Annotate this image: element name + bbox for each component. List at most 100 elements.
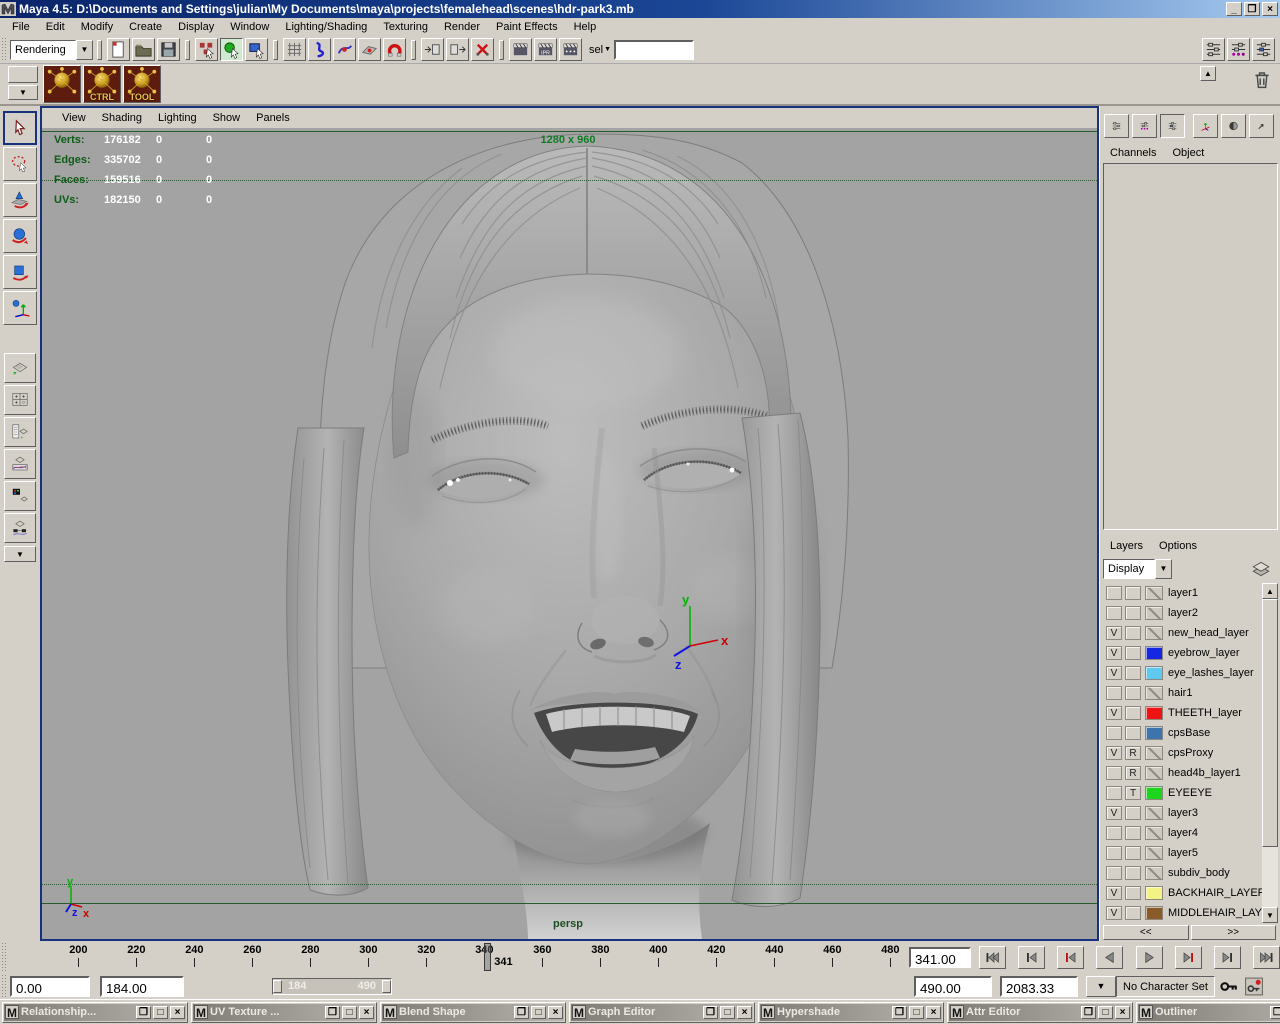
layer-row-layer5[interactable]: layer5 [1103, 843, 1278, 863]
layer-row-cpsBase[interactable]: cpsBase [1103, 723, 1278, 743]
layer-name[interactable]: layer1 [1168, 587, 1198, 599]
step-back-key-button[interactable] [1057, 946, 1084, 969]
layer-row-layer2[interactable]: layer2 [1103, 603, 1278, 623]
layer-move-up-button[interactable]: << [1103, 925, 1189, 940]
layer-name[interactable]: layer4 [1168, 827, 1198, 839]
new-scene-icon[interactable] [107, 38, 130, 61]
outputs-icon[interactable] [446, 38, 469, 61]
move-tool[interactable] [3, 183, 37, 217]
restore-button[interactable]: ❐ [1081, 1006, 1096, 1019]
layer-name[interactable]: EYEEYE [1168, 787, 1212, 799]
layers-menu-layers[interactable]: Layers [1102, 538, 1151, 554]
animation-start-field[interactable] [10, 976, 90, 997]
shelf-tab-selector[interactable]: ▼ [8, 66, 38, 102]
chevron-down-icon[interactable]: ▼ [8, 85, 38, 100]
layer-row-cpsProxy[interactable]: VRcpsProxy [1103, 743, 1278, 763]
menu-edit[interactable]: Edit [38, 19, 73, 35]
step-back-frame-button[interactable] [1018, 946, 1045, 969]
channelbox-layout-3-icon[interactable] [1160, 114, 1185, 138]
layer-row-layer4[interactable]: layer4 [1103, 823, 1278, 843]
layer-move-down-button[interactable]: >> [1191, 925, 1277, 940]
layer-row-new_head_layer[interactable]: Vnew_head_layer [1103, 623, 1278, 643]
layer-display-type-toggle[interactable] [1125, 886, 1141, 900]
rotate-tool[interactable] [3, 219, 37, 253]
animation-end-field[interactable] [1000, 976, 1078, 997]
layer-name[interactable]: eyebrow_layer [1168, 647, 1240, 659]
layer-visibility-toggle[interactable] [1106, 826, 1122, 840]
close-button[interactable]: × [548, 1006, 563, 1019]
menu-modify[interactable]: Modify [73, 19, 121, 35]
layer-mode-dropdown[interactable]: Display ▼ [1103, 559, 1172, 579]
quick-select-input[interactable] [614, 40, 694, 60]
layer-row-layer3[interactable]: Vlayer3 [1103, 803, 1278, 823]
inputs-icon[interactable] [421, 38, 444, 61]
layout-persp-outliner-button[interactable] [4, 417, 36, 447]
layer-visibility-toggle[interactable] [1106, 846, 1122, 860]
scroll-up-icon[interactable]: ▲ [1262, 583, 1278, 599]
layout-single-persp-button[interactable] [4, 353, 36, 383]
layer-visibility-toggle[interactable] [1106, 766, 1122, 780]
layer-color-swatch[interactable] [1145, 826, 1163, 840]
select-component-icon[interactable] [245, 38, 268, 61]
maximize-button[interactable]: □ [720, 1006, 735, 1019]
layout-persp-graph-button[interactable] [4, 449, 36, 479]
close-button[interactable]: × [170, 1006, 185, 1019]
layer-row-MIDDLEHAIR_LAY[interactable]: VMIDDLEHAIR_LAY [1103, 903, 1278, 923]
toolbar-separator[interactable] [97, 40, 102, 60]
title-bar[interactable]: Maya 4.5: D:\Documents and Settings\juli… [0, 0, 1280, 18]
show-manipulator-tool[interactable] [3, 291, 37, 325]
ipr-render-icon[interactable]: IPR [534, 38, 557, 61]
layer-color-swatch[interactable] [1145, 866, 1163, 880]
menu-render[interactable]: Render [436, 19, 488, 35]
layer-display-type-toggle[interactable] [1125, 866, 1141, 880]
layer-color-swatch[interactable] [1145, 846, 1163, 860]
shelf-item-custom-1[interactable] [43, 65, 81, 103]
layer-visibility-toggle[interactable]: V [1106, 886, 1122, 900]
layers-menu-options[interactable]: Options [1151, 538, 1205, 554]
maximize-button[interactable]: □ [1098, 1006, 1113, 1019]
menu-texturing[interactable]: Texturing [375, 19, 436, 35]
layout-hypershade-persp-button[interactable] [4, 481, 36, 511]
toggle-channel-box-icon[interactable] [1252, 38, 1275, 61]
select-tool[interactable] [3, 111, 37, 145]
select-object-icon[interactable] [220, 38, 243, 61]
channelbox-layout-1-icon[interactable] [1104, 114, 1129, 138]
layer-display-type-toggle[interactable] [1125, 706, 1141, 720]
current-time-field[interactable] [909, 947, 971, 968]
shelf-item-tool[interactable]: TOOL [123, 65, 161, 103]
restore-button[interactable]: ❐ [703, 1006, 718, 1019]
maximize-button[interactable]: □ [531, 1006, 546, 1019]
trash-icon[interactable] [1250, 66, 1274, 92]
panel-menu-panels[interactable]: Panels [248, 110, 298, 126]
snap-grid-icon[interactable] [283, 38, 306, 61]
range-slider-grip[interactable] [1, 974, 8, 998]
maximize-button[interactable]: □ [153, 1006, 168, 1019]
layer-color-swatch[interactable] [1145, 706, 1163, 720]
layer-name[interactable]: layer2 [1168, 607, 1198, 619]
layer-name[interactable]: BACKHAIR_LAYER [1168, 887, 1266, 899]
menu-paint-effects[interactable]: Paint Effects [488, 19, 566, 35]
layer-color-swatch[interactable] [1145, 726, 1163, 740]
panel-menu-lighting[interactable]: Lighting [150, 110, 205, 126]
layer-name[interactable]: head4b_layer1 [1168, 767, 1241, 779]
layer-visibility-toggle[interactable]: V [1106, 746, 1122, 760]
layouts-dropdown-button[interactable]: ▼ [4, 546, 36, 562]
panel-menu-show[interactable]: Show [205, 110, 249, 126]
shelf-item-ctrl[interactable]: CTRL [83, 65, 121, 103]
layer-visibility-toggle[interactable] [1106, 726, 1122, 740]
layer-visibility-toggle[interactable] [1106, 786, 1122, 800]
scale-tool[interactable] [3, 255, 37, 289]
toolbar-separator[interactable] [185, 40, 190, 60]
panel-menu-shading[interactable]: Shading [94, 110, 150, 126]
lasso-tool[interactable] [3, 147, 37, 181]
character-set-selector[interactable]: No Character Set [1116, 976, 1215, 997]
layer-name[interactable]: hair1 [1168, 687, 1192, 699]
layer-display-type-toggle[interactable]: R [1125, 746, 1141, 760]
layer-name[interactable]: THEETH_layer [1168, 707, 1242, 719]
layer-visibility-toggle[interactable]: V [1106, 666, 1122, 680]
snap-point-icon[interactable] [333, 38, 356, 61]
menu-set-dropdown[interactable]: Rendering ▼ [10, 40, 93, 60]
minimized-window-attr-editor[interactable]: MAttr Editor❐□× [947, 1002, 1133, 1023]
layer-color-swatch[interactable] [1145, 666, 1163, 680]
restore-button[interactable]: ❐ [325, 1006, 340, 1019]
